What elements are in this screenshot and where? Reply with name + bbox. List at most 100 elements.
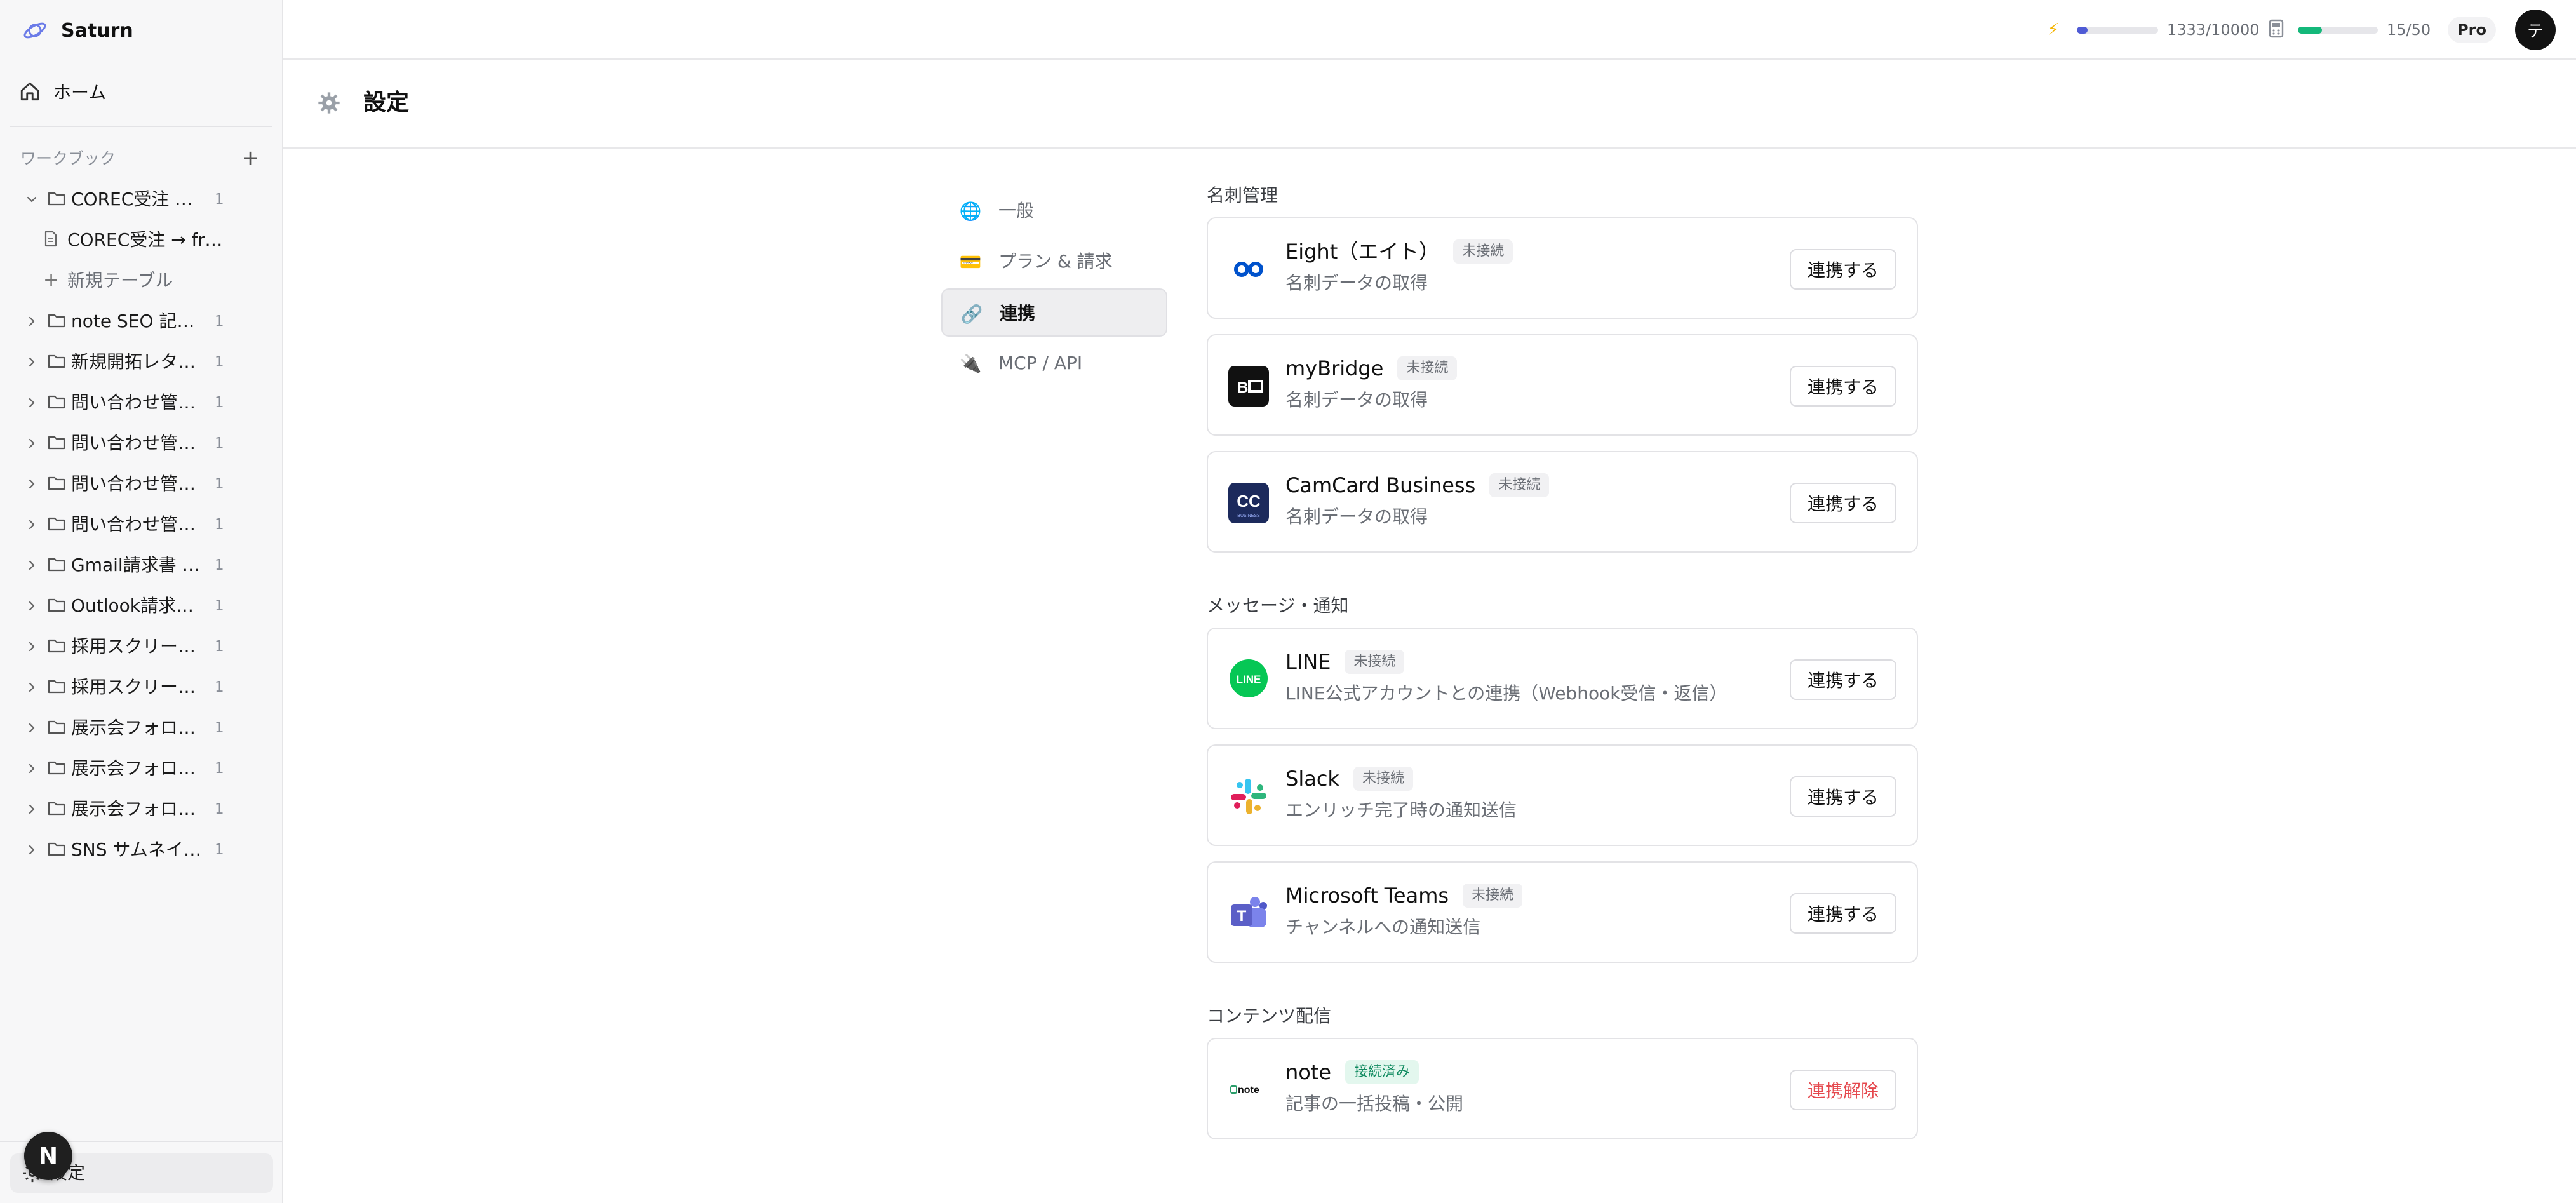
integration-name: myBridge bbox=[1285, 356, 1384, 380]
link-icon: 🔗 bbox=[960, 303, 983, 325]
tree-item-label: 問い合わせ管理... bbox=[71, 514, 205, 535]
svg-text:CC: CC bbox=[1237, 492, 1261, 511]
avatar[interactable]: テ bbox=[2515, 10, 2556, 50]
brand[interactable]: Saturn bbox=[22, 17, 133, 44]
svg-text:LINE: LINE bbox=[1237, 673, 1261, 685]
tree-item-label: 展示会フォロー... bbox=[71, 758, 205, 779]
chevron-right-icon[interactable] bbox=[25, 722, 38, 734]
tree-workbook-item[interactable]: Gmail請求書 → ... 1 bbox=[0, 545, 283, 586]
svg-text:T: T bbox=[1237, 908, 1247, 925]
mybridge-logo-icon: B bbox=[1228, 366, 1269, 407]
integration-card: note note 接続済み 記事の一括投稿・公開 連携解除 bbox=[1207, 1038, 1918, 1139]
n-floating-button[interactable]: N bbox=[24, 1132, 72, 1180]
tree-item-count: 1 bbox=[215, 760, 224, 777]
tree-item-label: 展示会フォロー... bbox=[71, 717, 205, 738]
connect-button[interactable]: 連携する bbox=[1789, 776, 1896, 817]
connect-button[interactable]: 連携する bbox=[1789, 366, 1896, 407]
integration-description: 記事の一括投稿・公開 bbox=[1285, 1093, 1464, 1114]
status-badge: 未接続 bbox=[1453, 239, 1513, 264]
integration-card: BmyBridge 未接続 名刺データの取得 連携する bbox=[1207, 334, 1918, 436]
tree-item-label: 問い合わせ管理... bbox=[71, 392, 205, 413]
tree-workbook-item[interactable]: COREC受注 → f... 1 bbox=[0, 179, 283, 220]
plan-badge[interactable]: Pro bbox=[2448, 17, 2496, 43]
tree-workbook-item[interactable]: 採用スクリーニ... 1 bbox=[0, 667, 283, 708]
calculator-icon bbox=[2269, 19, 2284, 38]
integration-name-row: note 接続済み bbox=[1285, 1058, 1419, 1086]
integration-card: Slack 未接続 エンリッチ完了時の通知送信 連携する bbox=[1207, 744, 1918, 846]
tree-item-count: 1 bbox=[215, 598, 224, 614]
chevron-right-icon[interactable] bbox=[25, 356, 38, 368]
folder-icon bbox=[47, 799, 67, 818]
tree-workbook-item[interactable]: note SEO 記事... 1 bbox=[0, 301, 283, 342]
tree-table-item[interactable]: COREC受注 → fre... bbox=[0, 220, 283, 260]
status-badge: 未接続 bbox=[1353, 767, 1413, 791]
settings-nav-item[interactable]: 🌐 一般 bbox=[941, 187, 1167, 235]
eight-logo-icon bbox=[1228, 249, 1269, 290]
integration-name: LINE bbox=[1285, 650, 1331, 674]
connect-button[interactable]: 連携する bbox=[1789, 893, 1896, 934]
settings-nav-item[interactable]: 🔗 連携 bbox=[941, 288, 1167, 337]
chevron-right-icon[interactable] bbox=[25, 396, 38, 409]
chevron-right-icon[interactable] bbox=[25, 681, 38, 694]
tree-workbook-item[interactable]: 問い合わせ管理... 1 bbox=[0, 464, 283, 504]
chevron-right-icon[interactable] bbox=[25, 600, 38, 612]
settings-nav-label: 一般 bbox=[998, 200, 1035, 221]
tree-item-count: 1 bbox=[215, 638, 224, 655]
integration-name: Slack bbox=[1285, 767, 1339, 791]
page-title: 設定 bbox=[363, 90, 410, 116]
folder-icon bbox=[47, 636, 67, 655]
chevron-right-icon[interactable] bbox=[25, 478, 38, 490]
sidebar-item-home[interactable]: ホーム bbox=[19, 76, 106, 107]
integration-name-row: Eight（エイト） 未接続 bbox=[1285, 238, 1513, 265]
file-icon bbox=[43, 230, 64, 249]
tree-workbook-item[interactable]: 展示会フォロー... 1 bbox=[0, 789, 283, 830]
camcard-logo-icon: CC BUSINESS bbox=[1228, 483, 1269, 523]
tree-workbook-item[interactable]: SNS サムネイル... 1 bbox=[0, 830, 283, 870]
new-table-item[interactable]: + 新規テーブル bbox=[0, 260, 283, 301]
connect-button[interactable]: 連携する bbox=[1789, 249, 1896, 290]
connect-button[interactable]: 連携する bbox=[1789, 483, 1896, 523]
integration-name: Eight（エイト） bbox=[1285, 239, 1440, 264]
chevron-right-icon[interactable] bbox=[25, 559, 38, 572]
chevron-down-icon[interactable] bbox=[25, 193, 38, 206]
chevron-right-icon[interactable] bbox=[25, 315, 38, 328]
page-header: 設定 bbox=[283, 60, 2576, 149]
chevron-right-icon[interactable] bbox=[25, 803, 38, 816]
connect-button[interactable]: 連携する bbox=[1789, 659, 1896, 700]
settings-nav-item[interactable]: 🔌 MCP / API bbox=[941, 339, 1167, 387]
integrations-list: 名刺管理 Eight（エイト） 未接続 名刺データの取得 連携する BmyBridge 未接… bbox=[1207, 183, 1918, 1155]
chevron-right-icon[interactable] bbox=[25, 518, 38, 531]
integration-card: T Microsoft Teams 未接続 チャンネルへの通知送信 連携する bbox=[1207, 861, 1918, 963]
tree-workbook-item[interactable]: 問い合わせ管理... 1 bbox=[0, 504, 283, 545]
app-name: Saturn bbox=[61, 19, 133, 42]
teams-logo-icon: T bbox=[1228, 893, 1269, 934]
tree-workbook-item[interactable]: Outlook請求書 ... 1 bbox=[0, 586, 283, 626]
tree-item-label: 採用スクリーニ... bbox=[71, 676, 205, 697]
tree-item-label: Gmail請求書 → ... bbox=[71, 554, 205, 575]
settings-nav-item[interactable]: 💳 プラン & 請求 bbox=[941, 238, 1167, 286]
chevron-right-icon[interactable] bbox=[25, 843, 38, 856]
divider bbox=[10, 126, 272, 127]
integration-description: 名刺データの取得 bbox=[1285, 389, 1428, 410]
credits-usage-text: 1333/10000 bbox=[2167, 21, 2260, 39]
chevron-right-icon[interactable] bbox=[25, 640, 38, 653]
add-workbook-button[interactable]: + bbox=[239, 146, 262, 169]
tree-item-label: 新規テーブル bbox=[67, 270, 173, 291]
tree-item-label: note SEO 記事... bbox=[71, 311, 205, 332]
folder-icon bbox=[47, 474, 67, 493]
tree-workbook-item[interactable]: 問い合わせ管理... 1 bbox=[0, 423, 283, 464]
chevron-right-icon[interactable] bbox=[25, 437, 38, 450]
tree-workbook-item[interactable]: 問い合わせ管理... 1 bbox=[0, 382, 283, 423]
tree-workbook-item[interactable]: 展示会フォロー... 1 bbox=[0, 708, 283, 748]
tree-workbook-item[interactable]: 展示会フォロー... 1 bbox=[0, 748, 283, 789]
tree-workbook-item[interactable]: 新規開拓レター... 1 bbox=[0, 342, 283, 382]
saturn-logo-icon bbox=[22, 17, 48, 44]
disconnect-button[interactable]: 連携解除 bbox=[1789, 1070, 1896, 1110]
folder-icon bbox=[47, 677, 67, 696]
chevron-right-icon[interactable] bbox=[25, 762, 38, 775]
tree-workbook-item[interactable]: 採用スクリーニ... 1 bbox=[0, 626, 283, 667]
folder-icon bbox=[47, 758, 67, 777]
tree-item-count: 1 bbox=[215, 476, 224, 492]
settings-nav-label: MCP / API bbox=[998, 353, 1083, 373]
